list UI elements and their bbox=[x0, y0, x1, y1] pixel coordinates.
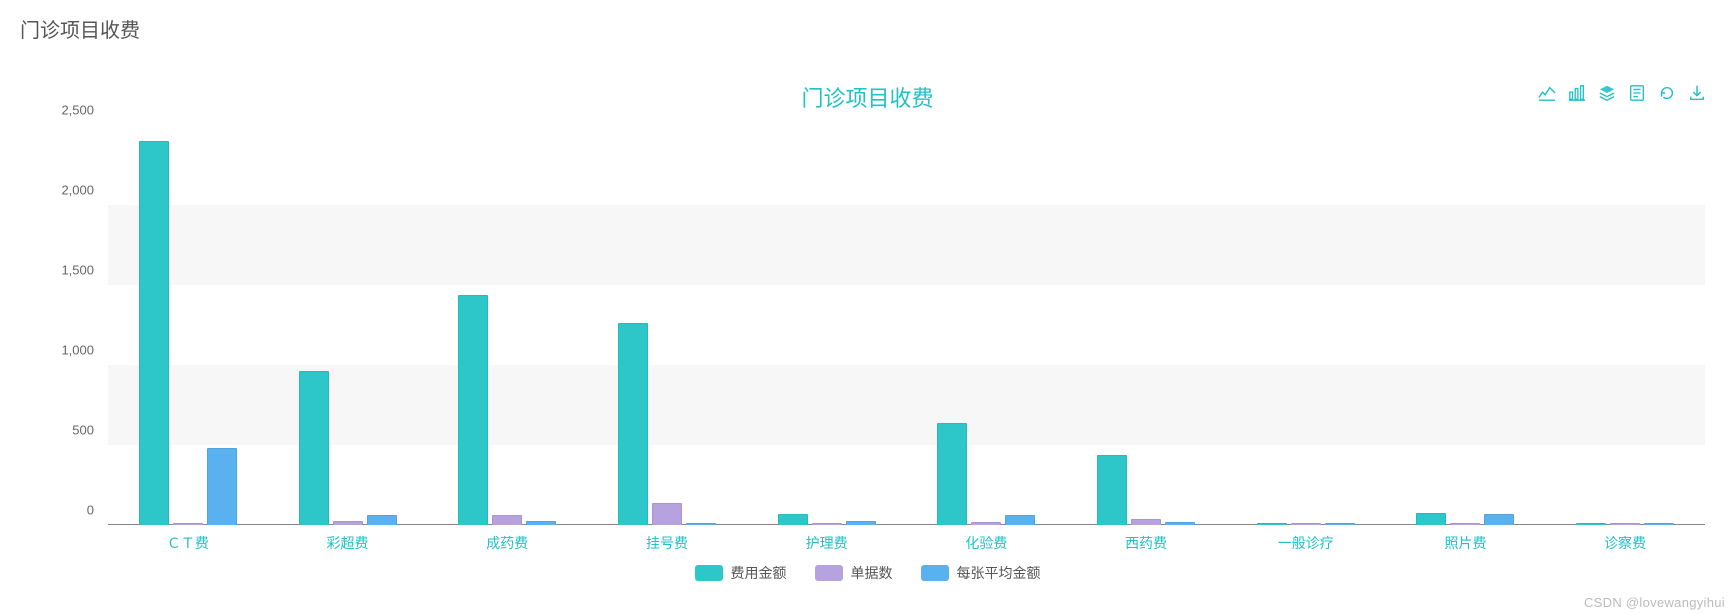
data-view-icon[interactable] bbox=[1627, 83, 1647, 103]
bar[interactable] bbox=[139, 141, 169, 525]
bar-chart-icon[interactable] bbox=[1567, 83, 1587, 103]
bar[interactable] bbox=[1325, 523, 1355, 525]
bar[interactable] bbox=[1257, 523, 1287, 525]
bar-group bbox=[1066, 125, 1226, 525]
y-tick-label: 500 bbox=[34, 423, 94, 438]
y-tick-label: 2,000 bbox=[34, 183, 94, 198]
bar[interactable] bbox=[458, 295, 488, 525]
stack-icon[interactable] bbox=[1597, 83, 1617, 103]
x-tick-label: 诊察费 bbox=[1545, 533, 1705, 553]
x-tick-label: 护理费 bbox=[747, 533, 907, 553]
x-tick-label: 挂号费 bbox=[587, 533, 747, 553]
y-tick-label: 1,000 bbox=[34, 343, 94, 358]
legend-label: 费用金额 bbox=[731, 563, 787, 583]
y-tick-label: 0 bbox=[34, 503, 94, 518]
chart-container: 门诊项目收费 0 500 1,000 1,500 2,000 2,500 ＣＴ费彩超费成药… bbox=[0, 51, 1735, 583]
legend-swatch bbox=[695, 565, 723, 581]
chart-title: 门诊项目收费 bbox=[20, 51, 1715, 119]
bars-area bbox=[108, 125, 1705, 525]
bar-group bbox=[1545, 125, 1705, 525]
page-title: 门诊项目收费 bbox=[20, 20, 140, 42]
y-tick-label: 2,500 bbox=[34, 103, 94, 118]
bar[interactable] bbox=[526, 521, 556, 525]
chart-toolbox bbox=[1537, 83, 1707, 103]
bar[interactable] bbox=[207, 448, 237, 525]
x-tick-label: 化验费 bbox=[907, 533, 1067, 553]
bar[interactable] bbox=[1165, 522, 1195, 525]
bar[interactable] bbox=[618, 323, 648, 525]
chart-legend: 费用金额 单据数 每张平均金额 bbox=[20, 563, 1715, 583]
bar[interactable] bbox=[937, 423, 967, 525]
bar[interactable] bbox=[1131, 519, 1161, 525]
x-tick-label: 西药费 bbox=[1066, 533, 1226, 553]
download-icon[interactable] bbox=[1687, 83, 1707, 103]
x-axis: ＣＴ费彩超费成药费挂号费护理费化验费西药费一般诊疗照片费诊察费 bbox=[108, 533, 1705, 553]
bar-group bbox=[268, 125, 428, 525]
x-tick-label: 彩超费 bbox=[268, 533, 428, 553]
bar[interactable] bbox=[1416, 513, 1446, 525]
bar[interactable] bbox=[1644, 523, 1674, 525]
legend-swatch bbox=[815, 565, 843, 581]
legend-label: 每张平均金额 bbox=[957, 563, 1041, 583]
x-tick-label: 照片费 bbox=[1386, 533, 1546, 553]
y-axis: 05001,0001,5002,0002,500 bbox=[30, 125, 102, 525]
bar[interactable] bbox=[492, 515, 522, 525]
y-tick-label: 1,500 bbox=[34, 263, 94, 278]
bar[interactable] bbox=[846, 521, 876, 525]
bar[interactable] bbox=[1005, 515, 1035, 525]
bar[interactable] bbox=[971, 522, 1001, 525]
chart-plot-area: 05001,0001,5002,0002,500 ＣＴ费彩超费成药费挂号费护理费… bbox=[30, 125, 1705, 525]
watermark: CSDN @lovewangyihui bbox=[1584, 595, 1725, 610]
bar-group bbox=[108, 125, 268, 525]
legend-item[interactable]: 每张平均金额 bbox=[921, 563, 1041, 583]
legend-item[interactable]: 费用金额 bbox=[695, 563, 787, 583]
bar-group bbox=[907, 125, 1067, 525]
bar[interactable] bbox=[778, 514, 808, 525]
bar[interactable] bbox=[1450, 523, 1480, 525]
bar-group bbox=[427, 125, 587, 525]
bar[interactable] bbox=[652, 503, 682, 525]
bar-group bbox=[747, 125, 907, 525]
bar[interactable] bbox=[812, 523, 842, 525]
bar[interactable] bbox=[333, 521, 363, 525]
bar[interactable] bbox=[173, 523, 203, 525]
bar-group bbox=[587, 125, 747, 525]
x-tick-label: 成药费 bbox=[427, 533, 587, 553]
legend-item[interactable]: 单据数 bbox=[815, 563, 893, 583]
bar-group bbox=[1226, 125, 1386, 525]
x-tick-label: ＣＴ费 bbox=[108, 533, 268, 553]
bar[interactable] bbox=[686, 523, 716, 525]
bar[interactable] bbox=[1291, 523, 1321, 525]
bar[interactable] bbox=[1576, 523, 1606, 525]
bar[interactable] bbox=[367, 515, 397, 525]
bar[interactable] bbox=[1484, 514, 1514, 525]
line-chart-icon[interactable] bbox=[1537, 83, 1557, 103]
bar[interactable] bbox=[1610, 523, 1640, 525]
dialog-header: 门诊项目收费 bbox=[0, 0, 1735, 51]
x-tick-label: 一般诊疗 bbox=[1226, 533, 1386, 553]
bar[interactable] bbox=[1097, 455, 1127, 525]
legend-label: 单据数 bbox=[851, 563, 893, 583]
bar-group bbox=[1386, 125, 1546, 525]
legend-swatch bbox=[921, 565, 949, 581]
bar[interactable] bbox=[299, 371, 329, 525]
restore-icon[interactable] bbox=[1657, 83, 1677, 103]
